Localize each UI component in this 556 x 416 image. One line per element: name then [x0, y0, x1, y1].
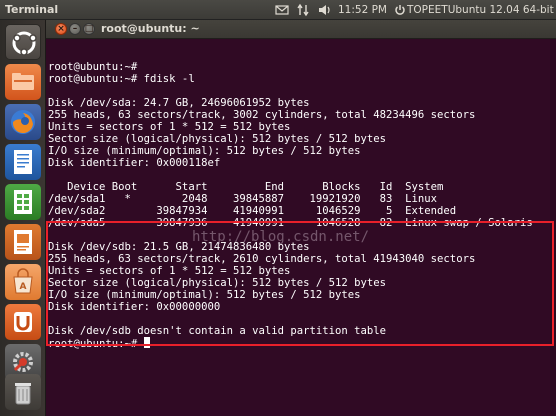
terminal-line: Disk /dev/sda: 24.7 GB, 24696061952 byte…: [48, 97, 310, 109]
top-panel: Terminal 11:52 PM TOPEETUbuntu 12.04 64-…: [0, 0, 556, 20]
terminal-line: Disk identifier: 0x000118ef: [48, 157, 221, 169]
power-icon[interactable]: [394, 2, 406, 18]
mail-icon[interactable]: [275, 2, 289, 18]
network-arrows-icon[interactable]: [296, 2, 310, 18]
launcher-software-center[interactable]: A: [5, 264, 41, 300]
highlight-box: [46, 221, 554, 346]
launcher-dash-home[interactable]: [5, 24, 41, 60]
minimize-icon: –: [72, 24, 78, 34]
launcher-calc[interactable]: [5, 184, 41, 220]
launcher-trash[interactable]: [5, 374, 41, 410]
minimize-button[interactable]: –: [69, 23, 81, 35]
panel-app-name: Terminal: [5, 3, 59, 16]
terminal-line: /dev/sda2 39847934 41940991 1046529 5 Ex…: [48, 205, 457, 217]
terminal-line: /dev/sda1 * 2048 39845887 19921920 83 Li…: [48, 193, 438, 205]
user-session-label[interactable]: TOPEETUbuntu 12.04 64-bit: [407, 2, 554, 18]
launcher-writer[interactable]: [5, 144, 41, 180]
close-button[interactable]: ×: [55, 23, 67, 35]
window-title: root@ubuntu: ~: [101, 22, 200, 35]
clock-time[interactable]: 11:52 PM: [338, 2, 387, 18]
window-titlebar[interactable]: × – □ root@ubuntu: ~: [46, 20, 556, 39]
volume-icon[interactable]: [317, 2, 333, 18]
svg-text:A: A: [20, 282, 27, 292]
launcher-firefox[interactable]: [5, 104, 41, 140]
maximize-icon: □: [84, 24, 94, 34]
terminal-line: root@ubuntu:~#: [48, 61, 138, 73]
terminal-line: 255 heads, 63 sectors/track, 3002 cylind…: [48, 109, 476, 121]
launcher-home-folder[interactable]: [5, 64, 41, 100]
terminal-window: × – □ root@ubuntu: ~ root@ubuntu:~# root…: [46, 20, 556, 416]
maximize-button[interactable]: □: [83, 23, 95, 35]
close-icon: ×: [57, 24, 65, 34]
launcher: A: [0, 20, 46, 416]
launcher-ubuntu-one[interactable]: [5, 304, 41, 340]
launcher-impress[interactable]: [5, 224, 41, 260]
terminal-line: Sector size (logical/physical): 512 byte…: [48, 133, 387, 145]
terminal-line: Device Boot Start End Blocks Id System: [48, 181, 444, 193]
terminal-line: root@ubuntu:~# fdisk -l: [48, 73, 195, 85]
terminal-line: Units = sectors of 1 * 512 = 512 bytes: [48, 121, 291, 133]
terminal-line: I/O size (minimum/optimal): 512 bytes / …: [48, 145, 361, 157]
